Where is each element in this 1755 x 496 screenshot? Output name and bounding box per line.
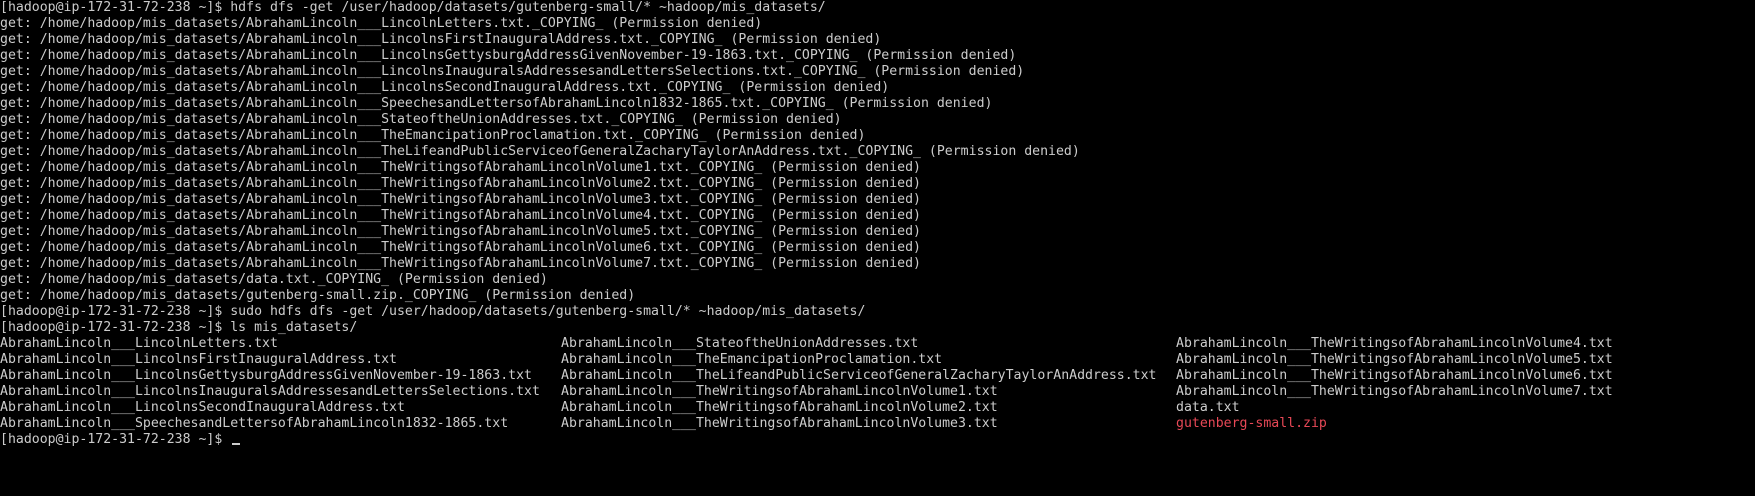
error-line: get: /home/hadoop/mis_datasets/gutenberg… [0,288,636,303]
ls-row: AbrahamLincoln___LincolnsInauguralsAddre… [0,384,1755,400]
ls-row: AbrahamLincoln___LincolnsFirstInauguralA… [0,352,1755,368]
file-name: AbrahamLincoln___LincolnsSecondInaugural… [0,400,405,415]
error-line: get: /home/hadoop/mis_datasets/AbrahamLi… [0,32,882,47]
prompt-line[interactable]: [hadoop@ip-172-31-72-238 ~]$ [0,432,1755,448]
file-name: AbrahamLincoln___LincolnsInauguralsAddre… [0,384,540,399]
ls-listing: AbrahamLincoln___LincolnLetters.txt Abra… [0,336,1755,432]
error-line: get: /home/hadoop/mis_datasets/AbrahamLi… [0,16,763,31]
file-name: AbrahamLincoln___LincolnLetters.txt [0,336,278,351]
error-line: get: /home/hadoop/mis_datasets/AbrahamLi… [0,80,890,95]
error-line: get: /home/hadoop/mis_datasets/AbrahamLi… [0,208,921,223]
file-name: AbrahamLincoln___TheWritingsofAbrahamLin… [561,400,998,415]
terminal-window[interactable]: [hadoop@ip-172-31-72-238 ~]$ hdfs dfs -g… [0,0,1755,450]
file-name: AbrahamLincoln___TheWritingsofAbrahamLin… [561,416,998,431]
error-line: get: /home/hadoop/mis_datasets/AbrahamLi… [0,96,993,111]
ls-row: AbrahamLincoln___LincolnsGettysburgAddre… [0,368,1755,384]
file-name: AbrahamLincoln___TheWritingsofAbrahamLin… [1176,368,1613,383]
file-name: AbrahamLincoln___TheWritingsofAbrahamLin… [1176,352,1613,367]
error-line: get: /home/hadoop/mis_datasets/AbrahamLi… [0,192,921,207]
file-name: AbrahamLincoln___TheEmancipationProclama… [561,352,943,367]
command-line-sudo-hdfs-get: [hadoop@ip-172-31-72-238 ~]$ sudo hdfs d… [0,304,866,319]
cursor-icon [232,443,241,445]
error-line: get: /home/hadoop/mis_datasets/AbrahamLi… [0,112,842,127]
error-line: get: /home/hadoop/mis_datasets/AbrahamLi… [0,176,921,191]
file-name: AbrahamLincoln___TheWritingsofAbrahamLin… [1176,384,1613,399]
command-line-hdfs-get: [hadoop@ip-172-31-72-238 ~]$ hdfs dfs -g… [0,0,826,15]
ls-row: AbrahamLincoln___LincolnLetters.txt Abra… [0,336,1755,352]
error-line: get: /home/hadoop/mis_datasets/AbrahamLi… [0,256,921,271]
terminal-output: [hadoop@ip-172-31-72-238 ~]$ hdfs dfs -g… [0,0,1755,336]
file-name: AbrahamLincoln___LincolnsFirstInauguralA… [0,352,397,367]
error-line: get: /home/hadoop/mis_datasets/AbrahamLi… [0,48,1017,63]
file-name: AbrahamLincoln___TheWritingsofAbrahamLin… [561,384,998,399]
error-line: get: /home/hadoop/mis_datasets/AbrahamLi… [0,224,921,239]
file-name: data.txt [1176,400,1240,415]
command-line-ls: [hadoop@ip-172-31-72-238 ~]$ ls mis_data… [0,320,358,335]
error-line: get: /home/hadoop/mis_datasets/data.txt.… [0,272,548,287]
error-line: get: /home/hadoop/mis_datasets/AbrahamLi… [0,240,921,255]
ls-row: AbrahamLincoln___SpeechesandLettersofAbr… [0,416,1755,432]
file-name: AbrahamLincoln___StateoftheUnionAddresse… [561,336,919,351]
file-name: AbrahamLincoln___LincolnsGettysburgAddre… [0,368,532,383]
error-line: get: /home/hadoop/mis_datasets/AbrahamLi… [0,64,1025,79]
ls-row: AbrahamLincoln___LincolnsSecondInaugural… [0,400,1755,416]
file-name: AbrahamLincoln___TheWritingsofAbrahamLin… [1176,336,1613,351]
file-name: AbrahamLincoln___TheLifeandPublicService… [561,368,1157,383]
file-name: AbrahamLincoln___SpeechesandLettersofAbr… [0,416,509,431]
error-line: get: /home/hadoop/mis_datasets/AbrahamLi… [0,160,921,175]
error-line: get: /home/hadoop/mis_datasets/AbrahamLi… [0,144,1080,159]
archive-file-name: gutenberg-small.zip [1176,416,1327,431]
error-line: get: /home/hadoop/mis_datasets/AbrahamLi… [0,128,866,143]
